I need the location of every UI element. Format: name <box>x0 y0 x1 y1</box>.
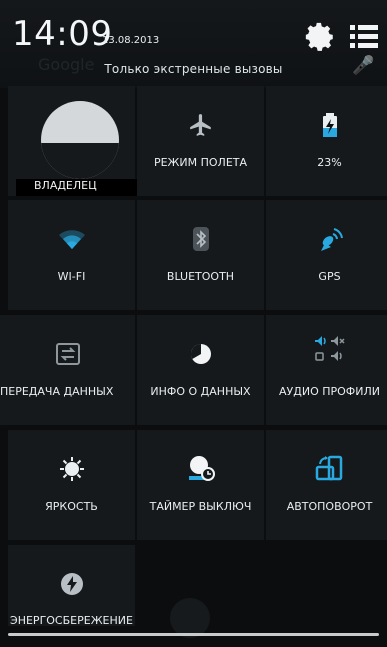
tile-gps[interactable]: GPS <box>266 200 387 310</box>
brightness-icon <box>59 457 84 481</box>
settings-gear-icon[interactable] <box>303 20 337 54</box>
tile-data-transfer[interactable]: ПЕРЕДАЧА ДАННЫХ <box>0 315 135 425</box>
tile-gps-label: GPS <box>318 270 341 283</box>
data-transfer-icon <box>55 343 80 365</box>
tile-auto-rotate-label: АВТОПОВОРОТ <box>286 500 373 513</box>
sleep-timer-icon <box>188 456 215 481</box>
tile-wifi-label: WI-FI <box>57 270 86 283</box>
tile-power-saving[interactable]: ЭНЕРГОСБЕРЕЖЕНИЕ <box>8 545 135 626</box>
bluetooth-icon <box>192 227 209 251</box>
tile-brightness-label: ЯРКОСТЬ <box>45 500 98 513</box>
tile-bluetooth[interactable]: BLUETOOTH <box>137 200 264 310</box>
tile-sleep-timer[interactable]: ТАЙМЕР ВЫКЛЮЧ <box>137 430 264 540</box>
quick-settings-grid: ВЛАДЕЛЕЦ РЕЖИМ ПОЛЕТА 23% WI-FI BLUETOOT… <box>0 86 387 626</box>
tile-bluetooth-label: BLUETOOTH <box>166 270 235 283</box>
tile-wifi[interactable]: WI-FI <box>8 200 135 310</box>
auto-rotate-icon <box>315 455 342 481</box>
clock-time: 14:09 <box>12 14 113 54</box>
tile-data-usage[interactable]: ИНФО О ДАННЫХ <box>137 315 264 425</box>
tile-owner-label: ВЛАДЕЛЕЦ <box>34 179 97 192</box>
wifi-icon <box>58 230 85 249</box>
tile-brightness[interactable]: ЯРКОСТЬ <box>8 430 135 540</box>
tile-audio-profiles-label: АУДИО ПРОФИЛИ <box>279 385 380 398</box>
status-bar: Google 🎤 14:09 13.08.2013 Только экстрен… <box>0 0 387 88</box>
gps-icon <box>320 228 343 251</box>
clock-date: 13.08.2013 <box>102 35 160 46</box>
tile-airplane-mode-label: РЕЖИМ ПОЛЕТА <box>153 156 248 169</box>
background-app-drawer-icon <box>170 598 210 638</box>
tile-audio-profiles[interactable]: АУДИО ПРОФИЛИ <box>266 315 387 425</box>
tile-battery-label: 23% <box>317 156 342 169</box>
tile-data-transfer-label: ПЕРЕДАЧА ДАННЫХ <box>0 385 114 398</box>
owner-avatar-icon <box>41 101 119 179</box>
battery-icon <box>322 113 337 137</box>
audio-profiles-icon <box>314 336 345 361</box>
tile-sleep-timer-label: ТАЙМЕР ВЫКЛЮЧ <box>149 500 252 513</box>
power-saving-icon <box>60 573 83 595</box>
tile-data-usage-label: ИНФО О ДАННЫХ <box>150 385 251 398</box>
tile-airplane-mode[interactable]: РЕЖИМ ПОЛЕТА <box>137 86 264 196</box>
emergency-calls-only-text: Только экстренные вызовы <box>104 62 283 76</box>
data-usage-icon <box>190 343 211 364</box>
tile-power-saving-label: ЭНЕРГОСБЕРЕЖЕНИЕ <box>10 614 133 626</box>
panel-drag-handle[interactable] <box>8 633 379 636</box>
tile-battery[interactable]: 23% <box>266 86 387 196</box>
airplane-icon <box>189 114 211 136</box>
tile-auto-rotate[interactable]: АВТОПОВОРОТ <box>266 430 387 540</box>
notifications-list-icon[interactable] <box>349 22 379 52</box>
tile-owner[interactable]: ВЛАДЕЛЕЦ <box>8 86 143 196</box>
